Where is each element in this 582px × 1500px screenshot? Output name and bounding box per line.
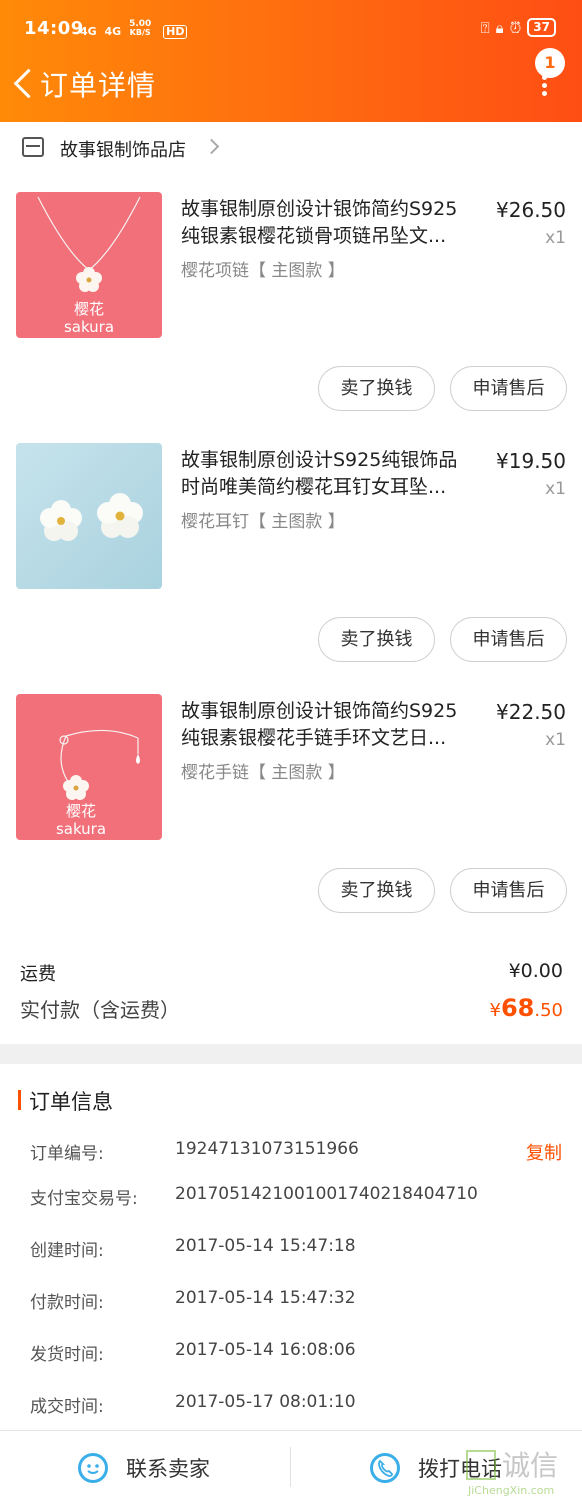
product-image-bracelet[interactable]: 樱花 sakura	[16, 694, 162, 840]
shop-row[interactable]: 故事银制饰品店	[0, 122, 582, 172]
product-sku: 樱花项链【 主图款 】	[181, 261, 345, 281]
page-title: 订单详情	[40, 69, 157, 102]
alarm-icon: ⏰︎	[509, 18, 522, 37]
phone-icon	[370, 1453, 400, 1483]
info-value: 2017-05-17 08:01:10	[175, 1392, 356, 1412]
info-label: 成交时间:	[30, 1397, 104, 1417]
paid-amount: ¥68.50	[490, 994, 564, 1022]
product-quantity: x1	[545, 730, 566, 750]
info-value: 2017051421001001740218404710	[175, 1184, 478, 1204]
chevron-right-icon[interactable]	[203, 138, 220, 155]
paid-amount-row: 实付款（含运费） ¥68.50	[20, 994, 563, 1028]
product-image-earrings[interactable]	[16, 443, 162, 589]
paid-label: 实付款（含运费）	[20, 998, 180, 1022]
info-row-completed: 成交时间: 2017-05-17 08:01:10	[30, 1392, 562, 1422]
shipping-value: ¥0.00	[508, 960, 563, 982]
signal-icon-1: 4G	[80, 25, 97, 38]
info-value: 2017-05-14 15:47:32	[175, 1288, 356, 1308]
battery-icon: 37	[527, 18, 556, 37]
signal-icon-2: 4G	[104, 25, 122, 38]
product-quantity: x1	[545, 228, 566, 248]
network-indicators: 4G 4G 5.00 KB/S HD	[80, 20, 191, 39]
info-label: 支付宝交易号:	[30, 1189, 138, 1209]
after-sales-button[interactable]: 申请售后	[450, 366, 567, 411]
lock-icon: 🔒︎	[495, 18, 504, 37]
app-header: 14:09 4G 4G 5.00 KB/S HD ⍰ 🔒︎ ⏰︎ 37 订单详情…	[0, 0, 582, 122]
info-label: 订单编号:	[30, 1144, 104, 1164]
contact-seller-button[interactable]: 联系卖家	[78, 1453, 210, 1483]
store-icon	[22, 137, 44, 157]
watermark-cn: 诚信	[502, 1449, 559, 1482]
product-title-line2[interactable]: 时尚唯美简约樱花耳钉女耳坠...	[181, 474, 481, 501]
status-right-icons: ⍰ 🔒︎ ⏰︎ 37	[481, 18, 556, 37]
info-row-alipay-trade: 支付宝交易号: 2017051421001001740218404710	[30, 1184, 562, 1214]
info-row-order-number: 订单编号: 19247131073151966 复制	[30, 1139, 562, 1169]
product-image-necklace[interactable]: 樱花 sakura	[16, 192, 162, 338]
order-item: 樱花 sakura 故事银制原创设计银饰简约S925 纯银素银樱花锁骨项链吊坠文…	[0, 192, 582, 442]
shipping-label: 运费	[20, 964, 56, 985]
paid-integer: 68	[500, 994, 535, 1022]
sell-for-cash-button[interactable]: 卖了换钱	[318, 617, 435, 662]
info-row-paid: 付款时间: 2017-05-14 15:47:32	[30, 1288, 562, 1318]
info-row-created: 创建时间: 2017-05-14 15:47:18	[30, 1236, 562, 1266]
product-sku: 樱花耳钉【 主图款 】	[181, 512, 345, 532]
info-value: 2017-05-14 16:08:06	[175, 1340, 356, 1360]
shipping-fee-row: 运费 ¥0.00	[20, 960, 563, 986]
after-sales-button[interactable]: 申请售后	[450, 868, 567, 913]
status-time: 14:09	[24, 18, 84, 39]
product-price: ¥26.50	[496, 198, 566, 222]
product-price: ¥19.50	[496, 449, 566, 473]
info-label: 付款时间:	[30, 1293, 104, 1313]
contact-seller-label[interactable]: 联系卖家	[126, 1453, 210, 1483]
watermark-icon	[466, 1450, 496, 1480]
copy-button[interactable]: 复制	[526, 1139, 562, 1165]
more-menu-icon[interactable]	[536, 64, 552, 100]
watermark-en: JiChengXin.com	[468, 1484, 555, 1497]
product-quantity: x1	[545, 479, 566, 499]
info-value: 19247131073151966	[175, 1139, 359, 1159]
product-title-line1[interactable]: 故事银制原创设计银饰简约S925	[181, 698, 481, 725]
chat-icon	[78, 1453, 108, 1483]
product-sku: 樱花手链【 主图款 】	[181, 763, 345, 783]
shop-name[interactable]: 故事银制饰品店	[60, 136, 186, 162]
product-title-line1[interactable]: 故事银制原创设计银饰简约S925	[181, 196, 481, 223]
paid-decimal: .50	[534, 1000, 563, 1021]
watermark-logo: 诚信 JiChengXin.com	[466, 1442, 578, 1498]
bottom-divider	[290, 1447, 291, 1487]
product-image-text-en: sakura	[64, 318, 114, 336]
vibrate-icon: ⍰	[480, 18, 490, 37]
paid-currency: ¥	[489, 1000, 501, 1021]
section-divider	[0, 1044, 582, 1064]
speed-unit: KB/S	[129, 28, 151, 37]
product-title-line2[interactable]: 纯银素银樱花锁骨项链吊坠文...	[181, 223, 481, 250]
order-item: 故事银制原创设计S925纯银饰品 时尚唯美简约樱花耳钉女耳坠... 樱花耳钉【 …	[0, 443, 582, 693]
order-info-title: 订单信息	[18, 1086, 113, 1116]
after-sales-button[interactable]: 申请售后	[450, 617, 567, 662]
sell-for-cash-button[interactable]: 卖了换钱	[318, 366, 435, 411]
product-title-line2[interactable]: 纯银素银樱花手链手环文艺日...	[181, 725, 481, 752]
hd-icon: HD	[163, 25, 188, 39]
info-label: 发货时间:	[30, 1345, 104, 1365]
product-title[interactable]: 故事银制原创设计银饰简约S925 纯银素银樱花手链手环文艺日...	[181, 698, 481, 752]
status-bar: 14:09 4G 4G 5.00 KB/S HD ⍰ 🔒︎ ⏰︎ 37	[0, 0, 582, 58]
product-title[interactable]: 故事银制原创设计银饰简约S925 纯银素银樱花锁骨项链吊坠文...	[181, 196, 481, 250]
product-image-text-cn: 樱花	[66, 802, 96, 820]
speed-indicator: 5.00 KB/S	[129, 20, 155, 37]
product-title-line1[interactable]: 故事银制原创设计S925纯银饰品	[181, 447, 481, 474]
back-button[interactable]	[10, 64, 38, 104]
info-value: 2017-05-14 15:47:18	[175, 1236, 356, 1256]
order-item: 樱花 sakura 故事银制原创设计银饰简约S925 纯银素银樱花手链手环文艺日…	[0, 694, 582, 944]
sell-for-cash-button[interactable]: 卖了换钱	[318, 868, 435, 913]
product-image-text-en: sakura	[56, 820, 106, 838]
info-row-shipped: 发货时间: 2017-05-14 16:08:06	[30, 1340, 562, 1370]
product-image-text-cn: 樱花	[74, 300, 104, 318]
product-title[interactable]: 故事银制原创设计S925纯银饰品 时尚唯美简约樱花耳钉女耳坠...	[181, 447, 481, 501]
info-label: 创建时间:	[30, 1241, 104, 1261]
product-price: ¥22.50	[496, 700, 566, 724]
